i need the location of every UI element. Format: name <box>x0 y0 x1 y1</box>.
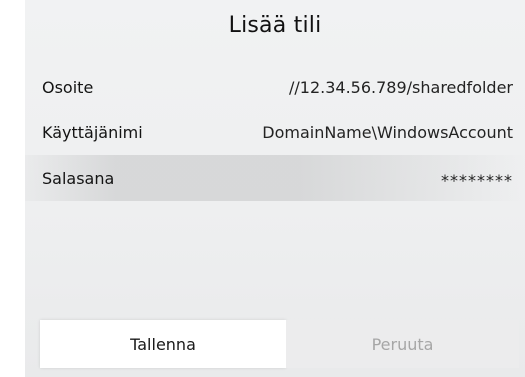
password-field[interactable]: Salasana ******** <box>25 155 525 201</box>
cancel-button[interactable]: Peruuta <box>286 320 519 368</box>
username-value: DomainName\WindowsAccount <box>262 122 513 142</box>
dialog-title: Lisää tili <box>228 13 322 38</box>
address-field[interactable]: Osoite //12.34.56.789/sharedfolder <box>25 64 525 110</box>
password-value: ******** <box>441 170 513 190</box>
password-label: Salasana <box>42 168 115 188</box>
username-field[interactable]: Käyttäjänimi DomainName\WindowsAccount <box>25 109 525 155</box>
address-value: //12.34.56.789/sharedfolder <box>289 77 513 97</box>
add-account-dialog: Lisää tili Osoite //12.34.56.789/sharedf… <box>25 0 525 377</box>
save-button[interactable]: Tallenna <box>40 320 286 368</box>
address-label: Osoite <box>42 77 94 97</box>
username-label: Käyttäjänimi <box>42 122 143 142</box>
